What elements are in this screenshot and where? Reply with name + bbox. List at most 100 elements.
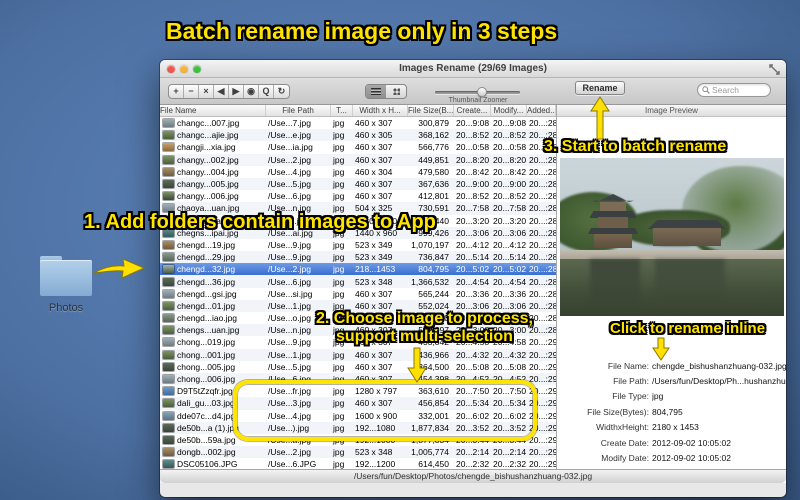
cell-added: 20...:28 (529, 215, 556, 226)
table-row[interactable]: chong...001.jpg/Use...1.jpg jpg 460 x 307 4… (160, 348, 556, 361)
table-row[interactable]: chengd...32.jpg/Use...2.jpg jpg 218...1453… (160, 263, 556, 276)
column-header-5[interactable]: Create... (454, 105, 491, 116)
quicklook-eye-button[interactable]: ◉ (244, 85, 259, 98)
cell-added: 20...:28 (529, 252, 556, 263)
table-row[interactable]: chengd...29.jpg/Use...9.jpg jpg 523 x 349 7… (160, 251, 556, 264)
file-thumbnail (163, 143, 174, 152)
metadata-label: File Path: (613, 376, 649, 387)
cell-name: dongb...002.jpg (160, 447, 266, 457)
metadata-value-filename-editable[interactable]: chengde_bishushanzhuang-032.jpg (652, 361, 786, 371)
refresh-button[interactable]: ↻ (274, 85, 289, 98)
file-thumbnail (163, 399, 174, 408)
column-header-1[interactable]: File Path (266, 105, 331, 116)
close-button[interactable] (167, 65, 175, 73)
cell-type: jpg (333, 264, 345, 275)
minimize-button[interactable] (180, 65, 188, 73)
photos-folder-icon[interactable] (40, 256, 92, 296)
column-header-7[interactable]: Added... (527, 105, 556, 116)
table-row[interactable]: changc...007.jpg/Use...7.jpg jpg 460 x 307… (160, 117, 556, 129)
prev-image-button[interactable]: ◀ (214, 85, 229, 98)
cell-create: 20...2:14 (456, 447, 490, 458)
column-header-6[interactable]: Modify... (491, 105, 527, 116)
table-row[interactable]: changy...002.jpg/Use...2.jpg jpg 460 x 307… (160, 153, 556, 166)
cell-modify: 20...3:20 (493, 215, 527, 226)
delete-button[interactable]: × (199, 85, 214, 98)
file-thumbnail (163, 277, 174, 286)
cell-dims: 523 x 348 (355, 447, 393, 458)
remove-button[interactable]: − (184, 85, 199, 98)
column-header-3[interactable]: Width x H... (353, 105, 408, 116)
column-header-4[interactable]: File Size(B... (408, 105, 454, 116)
cell-modify: 20...8:42 (493, 166, 527, 177)
cell-added: 20...:29 (529, 447, 556, 458)
file-thumbnail (163, 314, 174, 323)
cell-added: 20...:28 (529, 288, 556, 299)
cell-path: /Use...6.JPG (268, 459, 317, 470)
cell-path: /Use...1.jpg (268, 349, 311, 360)
column-header-2[interactable]: T... (331, 105, 353, 116)
cell-size: 479,580 (418, 166, 449, 177)
cell-path: /Use...si.jpg (268, 288, 313, 299)
column-header-0[interactable]: File Name (160, 105, 266, 116)
cell-type: jpg (333, 118, 345, 129)
table-row[interactable]: chengd...19.jpg/Use...9.jpg jpg 523 x 349 1… (160, 239, 556, 251)
table-row[interactable]: changy...005.jpg/Use...5.jpg jpg 460 x 307… (160, 177, 556, 191)
cell-size: 1,366,532 (411, 276, 449, 287)
cell-type: jpg (333, 179, 345, 190)
slider-knob[interactable] (477, 87, 487, 97)
cell-size: 1,070,197 (411, 239, 449, 250)
metadata-value: 2180 x 1453 (652, 422, 699, 433)
file-thumbnail (163, 301, 174, 310)
search-input[interactable]: Search (697, 83, 771, 97)
cell-path: /Use...ia.jpg (268, 142, 313, 153)
search-icon (702, 86, 710, 94)
cell-name: changc...007.jpg (160, 118, 266, 128)
annotation-inline-hint: Click to rename inline (610, 320, 766, 337)
next-image-button[interactable]: ▶ (229, 85, 244, 98)
cell-added: 20...:29 (529, 349, 556, 360)
table-row[interactable]: dongb...002.jpg/Use...2.jpg jpg 523 x 348 1… (160, 446, 556, 459)
resize-grip-icon[interactable] (769, 64, 780, 75)
toolbar: + − × ◀ ▶ ◉ Q ↻ Thumbnail Zoomer Rename Search (160, 78, 786, 105)
cell-dims: 460 x 307 (355, 142, 393, 153)
table-row[interactable]: changy...006.jpg/Use...6.jpg jpg 460 x 307… (160, 190, 556, 202)
cell-modify: 20...2:14 (493, 447, 527, 458)
file-thumbnail (163, 375, 174, 384)
preview-image (560, 158, 784, 316)
cell-create: 20...3:36 (456, 288, 490, 299)
table-row[interactable]: chong...005.jpg/Use...5.jpg jpg 460 x 307 3… (160, 361, 556, 373)
table-row[interactable]: chengd...36.jpg/Use...6.jpg jpg 523 x 348 1… (160, 275, 556, 288)
metadata-row: File Name: chengde_bishushanzhuang-032.jp… (557, 358, 786, 373)
cell-added: 20...:28 (529, 191, 556, 202)
cell-name: chong...005.jpg (160, 362, 266, 372)
preview-pavilion-body (600, 202, 626, 212)
cell-name: chong...001.jpg (160, 350, 266, 360)
cell-size: 367,636 (418, 179, 449, 190)
table-row[interactable]: changc...ajie.jpg/Use...e.jpg jpg 460 x 30… (160, 129, 556, 142)
file-thumbnail (163, 131, 174, 140)
file-thumbnail (163, 289, 174, 298)
metadata-value: 2012-09-02 10:05:02 (652, 437, 731, 448)
rename-button[interactable]: Rename (575, 81, 625, 95)
cell-create: 20...7:58 (456, 203, 490, 214)
cell-modify: 20...2:32 (493, 459, 527, 470)
metadata-label: File Type: (612, 391, 649, 402)
toolbar-button-group: + − × ◀ ▶ ◉ Q ↻ (168, 84, 290, 99)
cell-modify: 20...9:08 (493, 118, 527, 129)
list-view-button[interactable] (366, 85, 386, 98)
table-row[interactable]: chengd...gsi.jpg/Use...si.jpg jpg 460 x 30… (160, 288, 556, 300)
cell-type: jpg (333, 191, 345, 202)
thumbnail-zoomer-slider[interactable] (435, 87, 520, 97)
table-row[interactable]: changy...004.jpg/Use...4.jpg jpg 460 x 304… (160, 166, 556, 178)
cell-create: 20...8:52 (456, 191, 490, 202)
traffic-lights (167, 65, 201, 73)
zoom-button[interactable] (193, 65, 201, 73)
file-thumbnail (163, 192, 174, 201)
table-row[interactable]: changji...xia.jpg/Use...ia.jpg jpg 460 x 3… (160, 141, 556, 153)
magnifier-button[interactable]: Q (259, 85, 274, 98)
multi-selection-highlight (233, 380, 537, 441)
cell-dims: 192...1200 (355, 459, 396, 470)
cell-dims: 460 x 307 (355, 154, 393, 165)
add-button[interactable]: + (169, 85, 184, 98)
grid-view-button[interactable] (386, 85, 406, 98)
